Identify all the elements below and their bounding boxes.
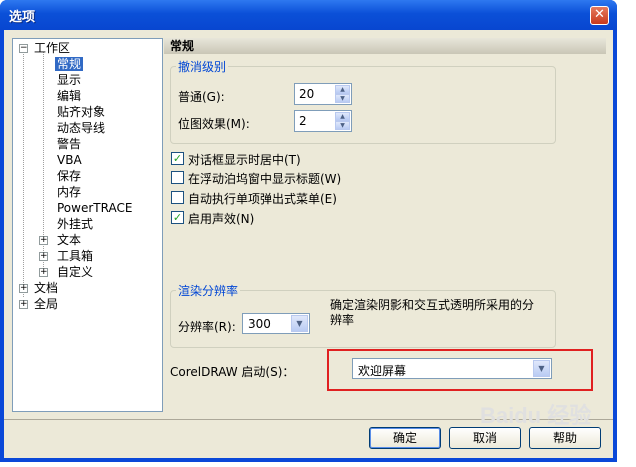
highlight-box	[327, 349, 593, 391]
resolution-label: 分辨率(R):	[178, 320, 236, 334]
bitmap-undo-label: 位图效果(M):	[178, 117, 250, 131]
tree-item-text[interactable]: + 文本	[39, 233, 83, 248]
expand-icon[interactable]: +	[39, 236, 48, 245]
undo-levels-group	[170, 66, 556, 144]
tree-item-vba[interactable]: VBA	[55, 153, 84, 168]
tree-item-toolbox[interactable]: + 工具箱	[39, 249, 95, 264]
render-resolution-legend: 渲染分辨率	[176, 282, 241, 299]
tree-item-display[interactable]: 显示	[55, 73, 83, 88]
resolution-dropdown[interactable]: 300 ▼	[242, 313, 310, 334]
normal-undo-label: 普通(G):	[178, 90, 225, 104]
tree-item-general[interactable]: 常规	[55, 57, 84, 72]
auto-popup-menu-label: 自动执行单项弹出式菜单(E)	[188, 192, 337, 206]
show-docker-titles-label: 在浮动泊坞窗中显示标题(W)	[188, 172, 342, 186]
undo-levels-legend: 撤消级别	[176, 58, 229, 75]
tree-guide-line	[23, 52, 24, 297]
bitmap-undo-spinner[interactable]: 2 ▲ ▼	[294, 110, 352, 132]
expand-icon[interactable]: +	[19, 300, 28, 309]
spin-down-icon[interactable]: ▼	[335, 94, 350, 103]
tree-item-save[interactable]: 保存	[55, 169, 83, 184]
tree-item-warnings[interactable]: 警告	[55, 137, 83, 152]
expand-icon[interactable]: +	[39, 252, 48, 261]
tree-item-powertrace[interactable]: PowerTRACE	[55, 201, 134, 216]
ok-button[interactable]: 确定	[369, 427, 441, 449]
tree-item-workspace[interactable]: − 工作区	[19, 41, 72, 56]
title-bar[interactable]: 选项 ✕	[0, 0, 617, 30]
resolution-description: 确定渲染阴影和交互式透明所采用的分辨率	[330, 298, 535, 327]
cancel-button[interactable]: 取消	[449, 427, 521, 449]
chevron-down-icon[interactable]: ▼	[291, 315, 308, 332]
auto-popup-menu-checkbox[interactable]	[171, 191, 184, 204]
tree-item-document[interactable]: + 文档	[19, 281, 60, 296]
close-button[interactable]: ✕	[590, 6, 609, 25]
center-dialogs-label: 对话框显示时居中(T)	[188, 153, 301, 167]
tree-item-global[interactable]: + 全局	[19, 297, 60, 312]
category-tree: − 工作区 常规 显示 编辑 贴齐对象 动态导线 警告 VBA 保存 内存 Po…	[12, 38, 163, 412]
collapse-icon[interactable]: −	[19, 44, 28, 53]
tree-item-dynamic-guides[interactable]: 动态导线	[55, 121, 107, 136]
tree-item-snap[interactable]: 贴齐对象	[55, 105, 107, 120]
help-button[interactable]: 帮助	[529, 427, 601, 449]
tree-item-memory[interactable]: 内存	[55, 185, 83, 200]
close-icon: ✕	[594, 7, 605, 22]
spin-up-icon[interactable]: ▲	[335, 85, 350, 94]
normal-undo-spinner[interactable]: 20 ▲ ▼	[294, 83, 352, 105]
settings-panel: 常规 撤消级别 普通(G): 20 ▲ ▼ 位图效果(M): 2 ▲ ▼ ✓ 对…	[164, 38, 606, 412]
window-title: 选项	[9, 10, 36, 25]
center-dialogs-checkbox[interactable]: ✓	[171, 152, 184, 165]
show-docker-titles-checkbox[interactable]	[171, 171, 184, 184]
spin-up-icon[interactable]: ▲	[335, 112, 350, 121]
panel-title: 常规	[164, 38, 606, 54]
dialog-client: − 工作区 常规 显示 编辑 贴齐对象 动态导线 警告 VBA 保存 内存 Po…	[4, 30, 613, 458]
tree-item-edit[interactable]: 编辑	[55, 89, 83, 104]
watermark: Baidu 经验	[480, 403, 592, 428]
expand-icon[interactable]: +	[39, 268, 48, 277]
tree-item-customize[interactable]: + 自定义	[39, 265, 95, 280]
enable-sounds-label: 启用声效(N)	[188, 212, 255, 226]
startup-label: CorelDRAW 启动(S)：	[170, 365, 295, 379]
tree-item-plugins[interactable]: 外挂式	[55, 217, 95, 232]
spin-down-icon[interactable]: ▼	[335, 121, 350, 130]
expand-icon[interactable]: +	[19, 284, 28, 293]
options-dialog: 选项 ✕ − 工作区 常规 显示 编辑 贴齐对象 动态导线 警告 VBA 保存 …	[0, 0, 617, 462]
enable-sounds-checkbox[interactable]: ✓	[171, 211, 184, 224]
